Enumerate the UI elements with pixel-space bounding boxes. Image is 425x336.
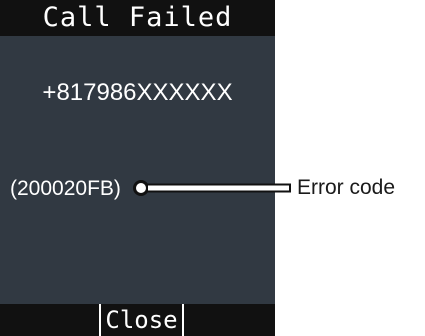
softkey-bar: Close	[0, 304, 275, 336]
error-code: (200020FB)	[10, 177, 121, 200]
phone-number: +817986XXXXXX	[42, 79, 233, 106]
phone-screen: Call Failed +817986XXXXXX (200020FB) Clo…	[0, 0, 275, 336]
close-button[interactable]: Close	[99, 304, 184, 336]
callout-label: Error code	[297, 176, 396, 199]
screen-title: Call Failed	[0, 0, 275, 36]
